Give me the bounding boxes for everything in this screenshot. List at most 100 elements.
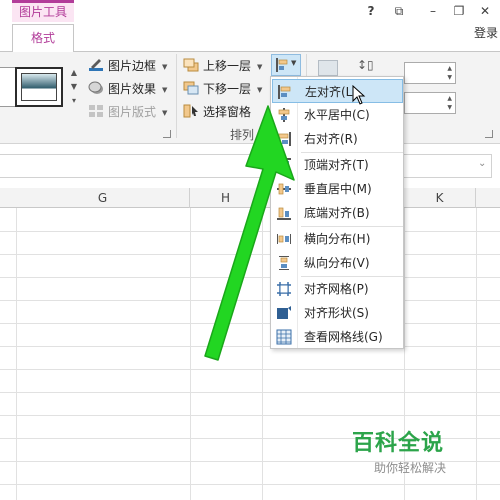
align-center-icon — [278, 108, 290, 122]
menu-item-label: 横向分布(H) — [304, 232, 371, 246]
formula-input[interactable] — [0, 154, 492, 178]
menu-item-label: 对齐网格(P) — [304, 282, 369, 296]
help-icon[interactable]: ? — [360, 2, 382, 20]
picture-border-button[interactable]: 图片边框 ▼ — [88, 56, 167, 76]
menu-item-align-center[interactable]: 水平居中(C) — [272, 103, 403, 127]
formula-bar-area: ⌄ — [0, 144, 500, 190]
selection-pane-label: 选择窗格 — [203, 105, 252, 119]
menu-item-label: 水平居中(C) — [304, 108, 370, 122]
shape-width-input[interactable]: ▲ ▼ — [404, 92, 456, 114]
menu-item-label: 查看网格线(G) — [304, 330, 383, 344]
grid-line — [0, 369, 500, 370]
menu-item-align-right[interactable]: 右对齐(R) — [272, 127, 403, 151]
align-top-icon — [277, 158, 291, 171]
menu-item-view-gridlines[interactable]: 查看网格线(G) — [272, 325, 403, 349]
align-bottom-icon — [277, 207, 291, 220]
send-backward-button[interactable]: 下移一层 ▼ — [183, 79, 262, 99]
watermark-tagline: 助你轻松解决 — [374, 461, 447, 475]
menu-item-label: 左对齐(L) — [305, 85, 358, 99]
minimize-icon[interactable]: – — [422, 2, 444, 20]
menu-item-align-middle[interactable]: 垂直居中(M) — [272, 177, 403, 201]
menu-item-align-left[interactable]: 左对齐(L) — [272, 79, 403, 103]
spinner-icon[interactable]: ▲ ▼ — [447, 64, 452, 82]
align-left-icon — [278, 85, 291, 99]
distribute-vertical-icon — [279, 256, 289, 270]
dialog-launcher-icon[interactable] — [485, 130, 493, 138]
grid-line — [0, 231, 500, 232]
menu-item-snap-to-shape[interactable]: 对齐形状(S) — [272, 301, 403, 325]
column-header-row: G H K — [0, 188, 500, 208]
close-icon[interactable]: ✕ — [474, 2, 496, 20]
grid-line — [476, 208, 477, 500]
menu-item-align-bottom[interactable]: 底端对齐(B) — [272, 201, 403, 225]
picture-layout-label: 图片版式 — [108, 105, 157, 119]
view-gridlines-icon — [276, 329, 292, 345]
align-middle-icon — [277, 183, 291, 195]
align-right-icon — [278, 132, 291, 146]
menu-item-snap-to-grid[interactable]: 对齐网格(P) — [272, 277, 403, 301]
grid-line — [0, 323, 500, 324]
chevron-down-icon: ▼ — [257, 86, 263, 94]
grid-line — [262, 208, 263, 500]
spinner-icon[interactable]: ▲ ▼ — [447, 94, 452, 112]
snap-to-grid-icon — [277, 282, 291, 296]
grid-line — [190, 208, 191, 500]
grid-line — [0, 254, 500, 255]
watermark-logo: 百科全说 — [352, 431, 445, 456]
watermark: 百科全说 助你轻松解决 — [352, 425, 472, 476]
grid-line — [16, 208, 17, 500]
grid-line — [0, 415, 500, 416]
shape-height-input[interactable]: ▲ ▼ — [404, 62, 456, 84]
shape-height-icon: ↕▯ — [357, 58, 374, 72]
gallery-scroll-icon[interactable]: ▲ ▼ ▾ — [68, 66, 80, 112]
login-link[interactable]: 登录 — [474, 24, 498, 41]
picture-tools-context-tab: 图片工具 — [12, 0, 74, 22]
dialog-launcher-icon[interactable] — [163, 130, 171, 138]
expand-formula-bar-icon[interactable]: ⌄ — [478, 158, 486, 169]
title-bar: 图片工具 ? ⧉ – ❐ ✕ — [0, 0, 500, 30]
chevron-down-icon: ▼ — [291, 59, 297, 67]
bring-forward-button[interactable]: 上移一层 ▼ — [183, 56, 262, 76]
selection-pane-icon — [183, 104, 198, 118]
menu-item-label: 对齐形状(S) — [304, 306, 369, 320]
menu-item-distribute-vertically[interactable]: 纵向分布(V) — [272, 251, 403, 275]
crop-icon[interactable] — [318, 60, 338, 76]
send-backward-label: 下移一层 — [203, 82, 252, 96]
chevron-down-icon: ▼ — [162, 63, 168, 71]
pen-border-icon — [89, 59, 103, 71]
menu-item-label: 垂直居中(M) — [304, 182, 372, 196]
picture-effects-label: 图片效果 — [108, 82, 157, 96]
distribute-horizontal-icon — [277, 234, 291, 244]
chevron-down-icon: ▼ — [257, 63, 263, 71]
picture-layout-icon — [89, 105, 103, 117]
picture-effects-button[interactable]: 图片效果 ▼ — [88, 79, 167, 99]
picture-effects-icon — [88, 81, 103, 94]
menu-item-align-top[interactable]: 顶端对齐(T) — [272, 153, 403, 177]
arrange-group-label: 排列 — [230, 128, 255, 142]
bring-forward-icon — [183, 58, 199, 72]
ribbon-display-options-icon[interactable]: ⧉ — [388, 2, 410, 20]
align-dropdown-button[interactable]: ▼ — [271, 54, 301, 76]
column-header[interactable]: H — [190, 188, 262, 208]
align-left-icon — [276, 58, 288, 72]
picture-layout-button[interactable]: 图片版式 ▼ — [88, 102, 167, 122]
picture-border-label: 图片边框 — [108, 59, 157, 73]
grid-line — [0, 484, 500, 485]
chevron-down-icon: ▼ — [162, 109, 168, 117]
grid-line — [0, 300, 500, 301]
selection-pane-button[interactable]: 选择窗格 — [183, 102, 251, 122]
menu-item-label: 顶端对齐(T) — [304, 158, 369, 172]
column-header[interactable]: K — [404, 188, 476, 208]
maximize-icon[interactable]: ❐ — [448, 2, 470, 20]
menu-item-label: 底端对齐(B) — [304, 206, 370, 220]
menu-item-distribute-horizontally[interactable]: 横向分布(H) — [272, 227, 403, 251]
ribbon: ▲ ▼ ▾ 图片边框 ▼ 图片效果 ▼ 图片版式 ▼ 上移一层 ▼ 下移一层 ▼ 选择窗格 ▼… — [0, 52, 500, 144]
picture-style-thumbnail[interactable] — [0, 67, 16, 107]
picture-style-thumbnail[interactable] — [15, 67, 63, 107]
mouse-cursor-icon — [352, 85, 366, 105]
menu-item-label: 纵向分布(V) — [304, 256, 370, 270]
grid-line — [0, 392, 500, 393]
menu-item-label: 右对齐(R) — [304, 132, 358, 146]
tab-format[interactable]: 格式 — [12, 24, 74, 52]
column-header[interactable]: G — [16, 188, 190, 208]
